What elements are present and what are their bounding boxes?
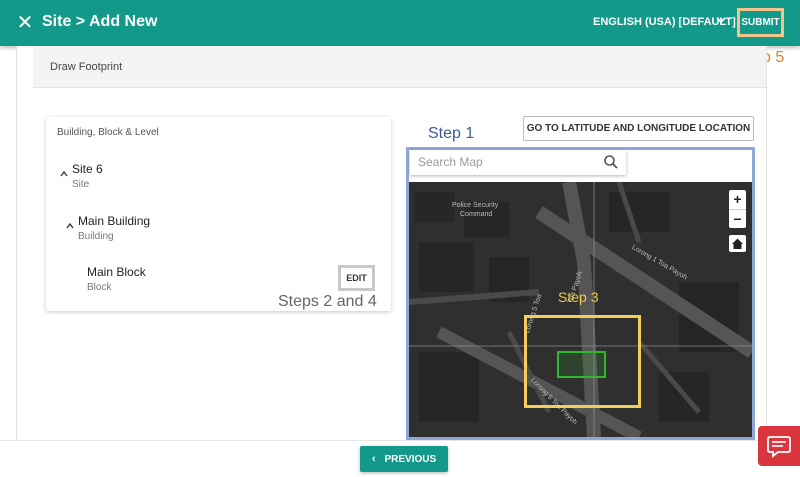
panel-header (33, 47, 766, 88)
map-label: Police Security (452, 202, 499, 209)
chat-icon[interactable] (758, 426, 800, 466)
search-input[interactable] (418, 154, 598, 170)
tree-node-type: Building (78, 231, 114, 242)
step1-annotation: Step 1 (428, 125, 475, 142)
submit-button[interactable]: SUBMIT (737, 8, 784, 37)
map-label: Command (460, 211, 493, 218)
footprint-polygon[interactable] (557, 351, 606, 378)
zoom-in-button[interactable]: + (729, 190, 746, 208)
tree-node-type: Site (72, 179, 90, 190)
chevron-up-icon[interactable] (66, 222, 74, 233)
home-icon[interactable] (729, 235, 746, 252)
previous-button[interactable]: ‹ PREVIOUS (360, 446, 448, 472)
chevron-up-icon[interactable] (60, 170, 68, 181)
tree-node-name[interactable]: Site 6 (72, 162, 103, 176)
tree-node-name[interactable]: Main Building (78, 214, 150, 228)
step3-annotation: Step 3 (558, 289, 599, 305)
tree-node-type: Block (87, 282, 112, 293)
language-select[interactable]: ENGLISH (USA) [DEFAULT] (593, 16, 736, 28)
chevron-left-icon: ‹ (371, 453, 376, 465)
page-title: Site > Add New (42, 13, 158, 30)
go-to-lat-long-button[interactable]: GO TO LATITUDE AND LONGITUDE LOCATION (523, 116, 754, 141)
tree-node-name[interactable]: Main Block (87, 265, 146, 279)
chevron-down-icon[interactable] (716, 13, 726, 30)
hierarchy-heading: Building, Block & Level (57, 127, 159, 138)
edit-button[interactable]: EDIT (338, 265, 375, 291)
zoom-control: + − (729, 190, 746, 228)
close-icon[interactable]: ✕ (14, 12, 36, 34)
map-search-box (410, 150, 626, 175)
search-icon[interactable] (603, 154, 619, 170)
zoom-out-button[interactable]: − (729, 209, 746, 227)
steps-2-4-annotation: Steps 2 and 4 (278, 293, 377, 310)
previous-label: PREVIOUS (384, 453, 437, 465)
panel-title: Draw Footprint (50, 61, 123, 73)
